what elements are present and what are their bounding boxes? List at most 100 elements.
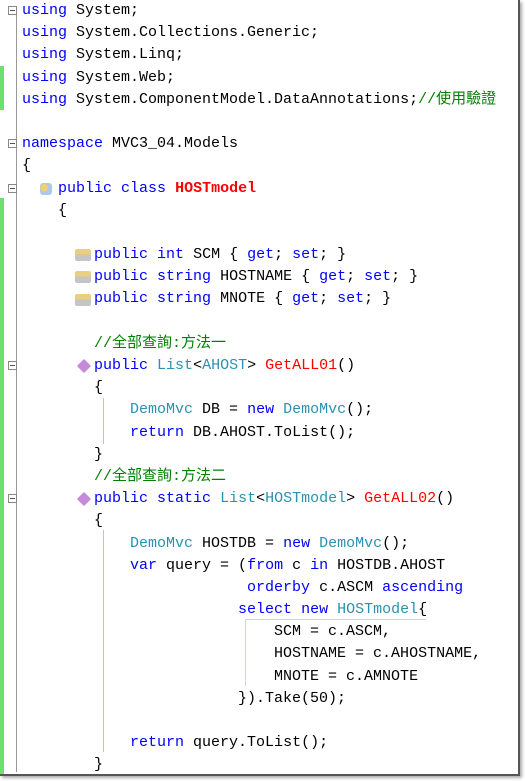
code-token-kw: get bbox=[319, 268, 347, 286]
code-token-plain: HOSTDB = bbox=[193, 534, 284, 552]
code-line[interactable]: return DB.AHOST.ToList(); bbox=[22, 422, 496, 444]
code-line[interactable]: orderby c.ASCM ascending bbox=[22, 577, 496, 599]
code-token-plain: } bbox=[22, 445, 104, 463]
code-token-plain: } bbox=[22, 756, 104, 774]
code-token-plain: ; } bbox=[364, 290, 392, 308]
code-token-kw: public bbox=[94, 490, 149, 508]
code-token-redb: HOSTmodel bbox=[175, 179, 257, 197]
code-line[interactable]: public int SCM { get; set; } bbox=[22, 244, 496, 266]
collapse-toggle[interactable] bbox=[8, 361, 17, 371]
code-line[interactable] bbox=[22, 311, 496, 333]
code-line[interactable]: using System.Web; bbox=[22, 67, 496, 89]
code-line[interactable]: public static List<HOSTmodel> GetALL02() bbox=[22, 488, 496, 510]
code-token-type: List bbox=[157, 357, 194, 374]
code-line[interactable]: using System.ComponentModel.DataAnnotati… bbox=[22, 89, 496, 111]
code-line[interactable]: select new HOSTmodel{ bbox=[22, 599, 496, 621]
code-token-red: GetALL01 bbox=[265, 357, 338, 374]
code-line[interactable]: public string HOSTNAME { get; set; } bbox=[22, 266, 496, 288]
code-token-kw: new bbox=[247, 401, 275, 419]
outline-gutter bbox=[16, 12, 17, 772]
code-line[interactable] bbox=[22, 222, 496, 244]
code-line[interactable]: var query = (from c in HOSTDB.AHOST bbox=[22, 555, 496, 577]
code-line[interactable]: } bbox=[22, 444, 496, 466]
code-token-kw: var bbox=[130, 556, 158, 574]
code-line[interactable]: using System; bbox=[22, 0, 496, 22]
code-token-type: DemoMvc bbox=[130, 401, 194, 419]
code-token-plain: < bbox=[256, 490, 266, 508]
code-token-plain: { bbox=[22, 512, 104, 530]
code-token-kw: public bbox=[94, 246, 149, 264]
code-token-type: AHOST bbox=[202, 357, 248, 374]
code-line[interactable]: { bbox=[22, 510, 496, 532]
code-editor[interactable]: using System; using System.Collections.Ge… bbox=[0, 0, 520, 776]
code-token-kw: using bbox=[22, 68, 68, 86]
code-line[interactable]: //全部查詢:方法二 bbox=[22, 466, 496, 488]
code-line[interactable] bbox=[22, 111, 496, 133]
code-token-plain: HOSTNAME = c.AHOSTNAME, bbox=[22, 645, 482, 663]
code-token-cm: //使用驗證 bbox=[418, 90, 497, 108]
code-token-plain: ; bbox=[274, 246, 293, 264]
code-token-plain: System.Collections.Generic; bbox=[67, 24, 320, 42]
code-line[interactable] bbox=[22, 710, 496, 732]
code-token-kw: using bbox=[22, 46, 68, 64]
code-token-cm: //全部查詢:方法二 bbox=[94, 467, 227, 485]
code-line[interactable]: public string MNOTE { get; set; } bbox=[22, 288, 496, 310]
code-line[interactable]: namespace MVC3_04.Models bbox=[22, 133, 496, 155]
code-token-plain: System.Linq; bbox=[67, 46, 185, 64]
code-line[interactable]: DemoMvc DB = new DemoMvc(); bbox=[22, 399, 496, 421]
code-token-plain: { bbox=[418, 601, 428, 619]
code-area[interactable]: using System; using System.Collections.Ge… bbox=[22, 0, 496, 774]
code-token-kw: namespace bbox=[22, 135, 104, 153]
code-token-kw: return bbox=[130, 423, 185, 441]
code-line[interactable]: return query.ToList(); bbox=[22, 732, 496, 754]
code-line[interactable]: MNOTE = c.AMNOTE bbox=[22, 666, 496, 688]
code-token-kw: using bbox=[22, 90, 68, 108]
collapse-toggle[interactable] bbox=[8, 139, 17, 149]
code-line[interactable]: //全部查詢:方法一 bbox=[22, 333, 496, 355]
change-bar bbox=[0, 198, 4, 774]
code-line[interactable]: public class HOSTmodel bbox=[22, 178, 496, 200]
collapse-toggle[interactable] bbox=[8, 494, 17, 504]
code-line[interactable]: }).Take(50); bbox=[22, 688, 496, 710]
code-line[interactable]: using System.Linq; bbox=[22, 44, 496, 66]
code-token-kw: set bbox=[337, 290, 365, 308]
code-line[interactable]: SCM = c.ASCM, bbox=[22, 621, 496, 643]
code-token-plain: ; bbox=[346, 268, 365, 286]
code-line[interactable]: { bbox=[22, 200, 496, 222]
code-line[interactable]: using System.Collections.Generic; bbox=[22, 22, 496, 44]
code-token-kw: public bbox=[94, 290, 149, 308]
code-token-type: HOSTmodel bbox=[265, 490, 347, 508]
code-token-kw: using bbox=[22, 24, 68, 42]
code-token-kw: in bbox=[310, 556, 329, 574]
code-line[interactable]: } bbox=[22, 754, 496, 774]
code-token-plain: (); bbox=[382, 534, 410, 552]
code-token-plain: MNOTE = c.AMNOTE bbox=[22, 667, 419, 685]
code-line[interactable]: { bbox=[22, 155, 496, 177]
code-line[interactable]: { bbox=[22, 377, 496, 399]
collapse-toggle[interactable] bbox=[8, 6, 17, 15]
code-token-plain: ; } bbox=[391, 268, 419, 286]
code-line[interactable]: public List<AHOST> GetALL01() bbox=[22, 355, 496, 377]
code-token-kw: public bbox=[94, 268, 149, 286]
collapse-toggle[interactable] bbox=[8, 183, 17, 193]
code-token-cm: //全部查詢:方法一 bbox=[94, 334, 227, 352]
code-line[interactable]: DemoMvc HOSTDB = new DemoMvc(); bbox=[22, 533, 496, 555]
code-line[interactable]: HOSTNAME = c.AHOSTNAME, bbox=[22, 643, 496, 665]
code-token-plain: System.Web; bbox=[67, 68, 176, 86]
code-token-kw: get bbox=[292, 290, 320, 308]
code-token-type: List bbox=[220, 490, 257, 508]
code-token-kw: public bbox=[94, 357, 149, 374]
code-token-plain: { bbox=[22, 379, 104, 397]
code-token-plain: }).Take(50); bbox=[22, 689, 347, 707]
